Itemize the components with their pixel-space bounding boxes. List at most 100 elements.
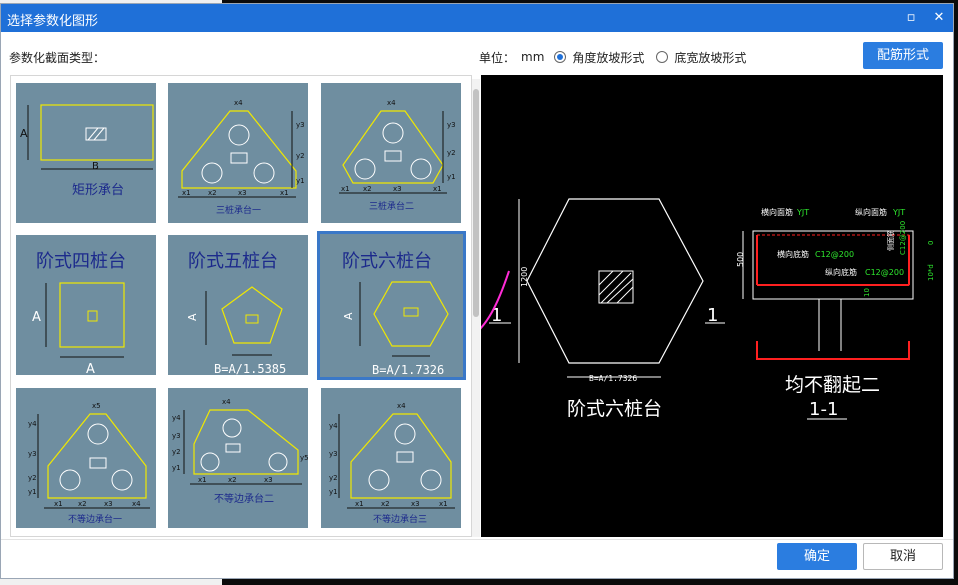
tile-u2-dim-y4: y4 xyxy=(172,414,181,422)
gallery-scrollbar[interactable] xyxy=(472,79,480,537)
tile-unequal-cap-3[interactable]: x4 y4 y3 y2 y1 x1 x2 x3 x1 不等边承台三 xyxy=(321,388,461,528)
tile-u2-dim-y3: y3 xyxy=(172,432,181,440)
tile-step6-dim-a: A xyxy=(342,312,355,320)
tile-u3-dim-y2: y2 xyxy=(329,474,338,482)
tile-step6-caption: 阶式六桩台 xyxy=(342,251,432,272)
maximize-icon[interactable]: ▫ xyxy=(900,8,922,28)
preview-top-transverse-tag: YJT xyxy=(796,208,809,217)
radio-width-slope[interactable] xyxy=(656,51,669,63)
tile-u3-dim-x3: x3 xyxy=(411,500,420,508)
tile-3p2-dim-y2: y2 xyxy=(447,149,456,157)
tile-step6-formula: B=A/1.7326 xyxy=(372,363,444,377)
tile-u2-dim-y1: y1 xyxy=(172,464,181,472)
tile-3p1-dim-x1b: x1 xyxy=(280,189,289,197)
tile-u2-dim-y2: y2 xyxy=(172,448,181,456)
tile-unequal-2-drawing: x4 y4 y3 y2 y1 x1 x2 x3 y5 不等边承台二 xyxy=(172,398,308,505)
preview-section-name: 1-1 xyxy=(809,399,838,420)
tile-u1-dim-y3: y3 xyxy=(28,450,37,458)
preview-bottom-longitudinal-spec: C12@200 xyxy=(865,268,904,277)
unit-row: 单位： mm 角度放坡形式 底宽放坡形式 xyxy=(479,48,746,66)
tile-u1-dim-y1: y1 xyxy=(28,488,37,496)
radio-angle-label[interactable]: 角度放坡形式 xyxy=(572,49,644,66)
tile-three-pile-1[interactable]: x4 y3 y2 y1 x1 x2 x3 x1 三桩承台一 xyxy=(168,83,308,223)
preview-dim-depth: 500 xyxy=(736,252,745,267)
tile-3p2-dim-x1b: x1 xyxy=(433,185,442,193)
tile-u3-dim-x4: x4 xyxy=(397,402,406,410)
tile-rect-cap-drawing: A B 矩形承台 xyxy=(20,104,154,198)
preview-dim-ten: 10 xyxy=(863,288,871,297)
tile-rect-caption: 矩形承台 xyxy=(72,183,124,198)
tile-step-five-pile[interactable]: 阶式五桩台 A B=A/1.5385 xyxy=(168,235,308,375)
preview-bottom-longitudinal: 纵向底筋 xyxy=(825,267,857,277)
dialog-title: 选择参数化图形 xyxy=(7,14,99,29)
preview-top-transverse: 横向面筋 xyxy=(761,207,793,217)
unit-value: mm xyxy=(521,50,545,64)
preview-side-rebar-spec: C12@200 xyxy=(899,221,907,255)
tile-3p2-dim-x1a: x1 xyxy=(341,185,350,193)
radio-angle-slope[interactable] xyxy=(554,51,567,63)
tile-step4-dim-b: A xyxy=(86,362,95,375)
tile-step-four-pile[interactable]: 阶式四桩台 A A xyxy=(16,235,156,375)
preview-dim-zero: 0 xyxy=(927,241,935,245)
tile-3p1-dim-x3: x3 xyxy=(238,189,247,197)
section-type-label: 参数化截面类型： xyxy=(9,51,106,65)
tile-step4-caption: 阶式四桩台 xyxy=(36,251,126,272)
tile-rect-cap[interactable]: A B 矩形承台 xyxy=(16,83,156,223)
tile-3p1-dim-y2: y2 xyxy=(296,152,305,160)
tile-u2-dim-x2: x2 xyxy=(228,476,237,484)
tile-three-pile-2[interactable]: x4 y3 y2 y1 x1 x2 x3 x1 三桩承台二 xyxy=(321,83,461,223)
tile-rect-dim-a: A xyxy=(20,127,28,140)
tile-u2-dim-y5: y5 xyxy=(300,454,308,462)
tile-step-six-pile-drawing: 阶式六桩台 A B=A/1.7326 xyxy=(342,251,449,377)
tile-step-four-pile-drawing: 阶式四桩台 A A xyxy=(32,251,126,375)
tile-three-pile-2-drawing: x4 y3 y2 y1 x1 x2 x3 x1 三桩承台二 xyxy=(339,99,456,212)
tile-u3-dim-x2: x2 xyxy=(381,500,390,508)
preview-plan-title: 阶式六桩台 xyxy=(567,398,662,420)
tile-unequal-cap-2[interactable]: x4 y4 y3 y2 y1 x1 x2 x3 y5 不等边承台二 xyxy=(168,388,308,528)
tile-u1-dim-x3: x3 xyxy=(104,500,113,508)
tile-3p2-dim-y3: y3 xyxy=(447,121,456,129)
tile-3p1-dim-y1: y1 xyxy=(296,177,305,185)
parametric-shape-dialog: 选择参数化图形 ▫ ✕ 参数化截面类型： 单位： mm 角度放坡形式 底宽放坡形… xyxy=(0,3,954,579)
tile-3p1-caption: 三桩承台一 xyxy=(216,204,261,216)
ok-button[interactable]: 确定 xyxy=(777,543,857,570)
tile-u2-caption: 不等边承台二 xyxy=(214,492,274,505)
shape-gallery: A B 矩形承台 x4 y3 y2 y1 x1 x2 x3 x1 三桩承台一 x… xyxy=(10,75,472,537)
tile-3p1-dim-x4: x4 xyxy=(234,99,243,107)
preview-top-longitudinal-tag: YJT xyxy=(892,208,905,217)
tile-u1-caption: 不等边承台一 xyxy=(68,513,122,525)
tile-unequal-3-drawing: x4 y4 y3 y2 y1 x1 x2 x3 x1 不等边承台三 xyxy=(329,402,455,525)
radio-width-label[interactable]: 底宽放坡形式 xyxy=(674,49,746,66)
tile-u1-dim-x2: x2 xyxy=(78,500,87,508)
tile-3p2-caption: 三桩承台二 xyxy=(369,200,414,212)
tile-u1-dim-x1: x1 xyxy=(54,500,63,508)
preview-dim-height: 1200 xyxy=(520,267,529,287)
tile-step-six-pile[interactable]: 阶式六桩台 A B=A/1.7326 xyxy=(317,231,466,380)
tile-u3-dim-x1a: x1 xyxy=(355,500,364,508)
tile-step5-caption: 阶式五桩台 xyxy=(188,251,278,272)
scrollbar-thumb[interactable] xyxy=(473,89,479,317)
cancel-button[interactable]: 取消 xyxy=(863,543,943,570)
tile-unequal-1-drawing: x5 y4 y3 y2 y1 x1 x2 x3 x4 不等边承台一 xyxy=(28,402,150,525)
preview-dim-ten-d: 10*d xyxy=(927,264,935,281)
tile-rect-dim-b: B xyxy=(92,161,99,172)
preview-drawing: 1200 B=A/1.7326 1 1 阶式六桩台 500 横向面筋 YJT 纵… xyxy=(450,198,935,420)
preview-section-note: 均不翻起二 xyxy=(785,374,880,396)
tile-3p1-dim-y3: y3 xyxy=(296,121,305,129)
preview-side-rebar: 侧面筋 xyxy=(886,230,895,251)
tile-u1-dim-x4: x4 xyxy=(132,500,141,508)
tile-u1-dim-y4: y4 xyxy=(28,420,37,428)
footer-divider xyxy=(1,539,953,540)
tile-step5-dim-a: A xyxy=(186,313,199,321)
tile-three-pile-1-drawing: x4 y3 y2 y1 x1 x2 x3 x1 三桩承台一 xyxy=(178,99,305,216)
tile-u3-dim-x1b: x1 xyxy=(439,500,448,508)
title-bar: 选择参数化图形 ▫ ✕ xyxy=(1,4,953,32)
tile-step4-dim-a: A xyxy=(32,310,41,325)
tile-unequal-cap-1[interactable]: x5 y4 y3 y2 y1 x1 x2 x3 x4 不等边承台一 xyxy=(16,388,156,528)
rebar-form-button[interactable]: 配筋形式 xyxy=(863,42,943,69)
preview-bottom-transverse-spec: C12@200 xyxy=(815,250,854,259)
tile-u2-dim-x3: x3 xyxy=(264,476,273,484)
unit-label: 单位： xyxy=(479,50,516,65)
close-icon[interactable]: ✕ xyxy=(928,8,950,28)
tile-u3-dim-y4: y4 xyxy=(329,422,338,430)
